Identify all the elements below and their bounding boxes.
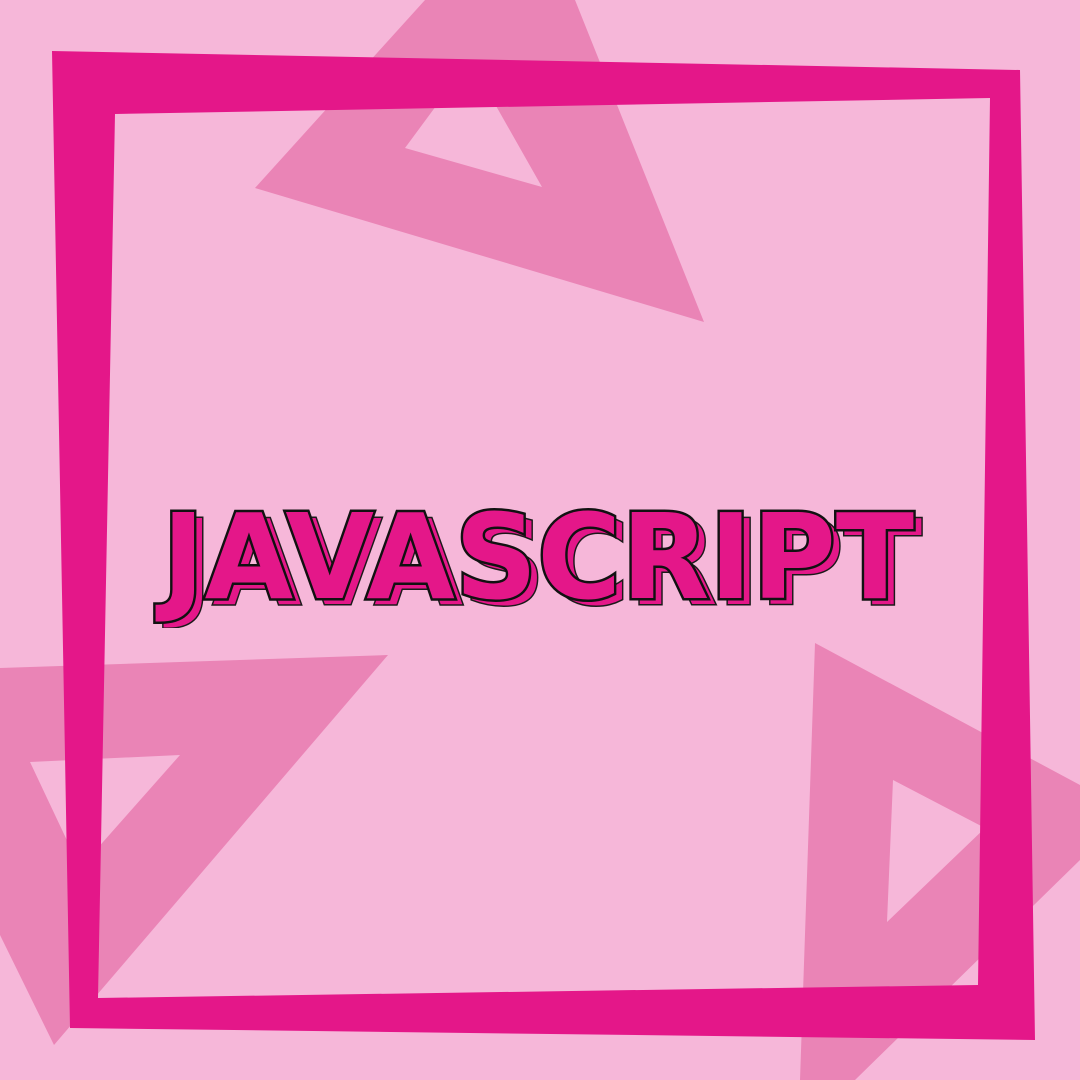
page-title: JAVASCRIPT bbox=[155, 488, 914, 626]
triangle-outline-icon bbox=[255, 0, 704, 322]
poster-canvas: JAVASCRIPT JAVASCRIPT bbox=[0, 0, 1080, 1080]
title-graphic: JAVASCRIPT JAVASCRIPT bbox=[153, 488, 924, 628]
title-container: JAVASCRIPT JAVASCRIPT bbox=[0, 488, 1080, 628]
triangle-outline-icon bbox=[0, 655, 388, 1045]
